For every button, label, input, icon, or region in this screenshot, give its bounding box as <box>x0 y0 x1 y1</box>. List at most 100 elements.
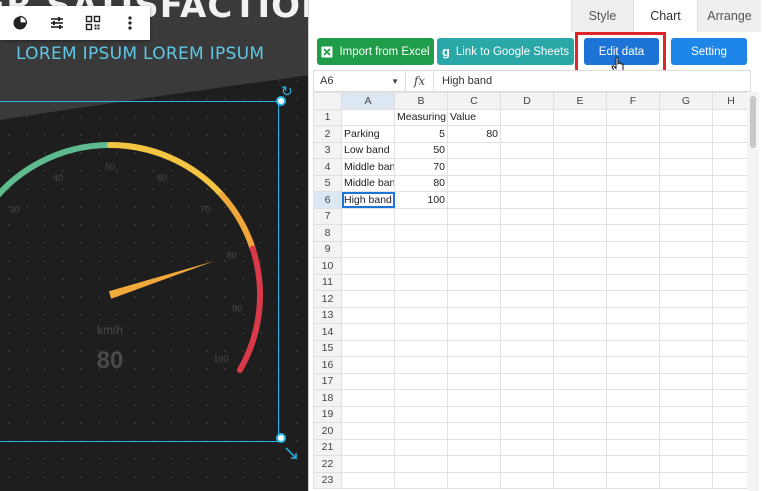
cell-a13[interactable] <box>341 306 395 324</box>
cell-f2[interactable] <box>606 125 660 143</box>
dropdown-arrow-icon[interactable]: ▼ <box>391 77 399 86</box>
cell-d12[interactable] <box>500 290 554 308</box>
selection-frame[interactable] <box>0 96 286 443</box>
cell-a8[interactable] <box>341 224 395 242</box>
cell-e15[interactable] <box>553 339 607 357</box>
cell-b13[interactable] <box>394 306 448 324</box>
row-header[interactable]: 9 <box>313 240 342 258</box>
cell-h13[interactable] <box>712 306 750 324</box>
cell-d18[interactable] <box>500 389 554 407</box>
cell-c10[interactable] <box>447 257 501 275</box>
cell-a22[interactable] <box>341 455 395 473</box>
cell-e22[interactable] <box>553 455 607 473</box>
cell-h1[interactable] <box>712 108 750 126</box>
qr-code-icon[interactable] <box>81 11 105 35</box>
cell-a6[interactable]: High band <box>341 191 395 209</box>
column-header-c[interactable]: C <box>447 92 501 110</box>
cell-e12[interactable] <box>553 290 607 308</box>
cell-h10[interactable] <box>712 257 750 275</box>
cell-b9[interactable] <box>394 240 448 258</box>
cell-b12[interactable] <box>394 290 448 308</box>
cell-c21[interactable] <box>447 438 501 456</box>
cell-d10[interactable] <box>500 257 554 275</box>
cell-e14[interactable] <box>553 323 607 341</box>
cell-b16[interactable] <box>394 356 448 374</box>
column-header-b[interactable]: B <box>394 92 448 110</box>
cell-c23[interactable] <box>447 471 501 489</box>
cell-h5[interactable] <box>712 174 750 192</box>
formula-input[interactable]: High band <box>434 75 492 87</box>
cell-g20[interactable] <box>659 422 713 440</box>
cell-d15[interactable] <box>500 339 554 357</box>
cell-h23[interactable] <box>712 471 750 489</box>
cell-c3[interactable] <box>447 141 501 159</box>
cell-f9[interactable] <box>606 240 660 258</box>
row-header[interactable]: 22 <box>313 455 342 473</box>
row-header[interactable]: 4 <box>313 158 342 176</box>
cell-a7[interactable] <box>341 207 395 225</box>
row-header[interactable]: 10 <box>313 257 342 275</box>
row-header[interactable]: 20 <box>313 422 342 440</box>
cell-a4[interactable]: Middle band <box>341 158 395 176</box>
cell-e17[interactable] <box>553 372 607 390</box>
cell-d6[interactable] <box>500 191 554 209</box>
row-header[interactable]: 14 <box>313 323 342 341</box>
cell-g21[interactable] <box>659 438 713 456</box>
cell-f19[interactable] <box>606 405 660 423</box>
cell-c7[interactable] <box>447 207 501 225</box>
cell-a11[interactable] <box>341 273 395 291</box>
cell-c18[interactable] <box>447 389 501 407</box>
row-header[interactable]: 6 <box>313 191 342 209</box>
cell-e19[interactable] <box>553 405 607 423</box>
row-header[interactable]: 3 <box>313 141 342 159</box>
cell-e2[interactable] <box>553 125 607 143</box>
cell-e7[interactable] <box>553 207 607 225</box>
cell-f3[interactable] <box>606 141 660 159</box>
cell-c13[interactable] <box>447 306 501 324</box>
row-header[interactable]: 2 <box>313 125 342 143</box>
cell-c20[interactable] <box>447 422 501 440</box>
row-header[interactable]: 13 <box>313 306 342 324</box>
row-header[interactable]: 11 <box>313 273 342 291</box>
row-header[interactable]: 18 <box>313 389 342 407</box>
cell-c9[interactable] <box>447 240 501 258</box>
cell-c1[interactable]: Value <box>447 108 501 126</box>
cell-b14[interactable] <box>394 323 448 341</box>
sliders-icon[interactable] <box>45 11 69 35</box>
cell-f14[interactable] <box>606 323 660 341</box>
cell-g4[interactable] <box>659 158 713 176</box>
cell-h15[interactable] <box>712 339 750 357</box>
cell-c12[interactable] <box>447 290 501 308</box>
cell-g22[interactable] <box>659 455 713 473</box>
cell-g11[interactable] <box>659 273 713 291</box>
cell-a16[interactable] <box>341 356 395 374</box>
cell-c16[interactable] <box>447 356 501 374</box>
cell-f18[interactable] <box>606 389 660 407</box>
cell-h22[interactable] <box>712 455 750 473</box>
cell-f20[interactable] <box>606 422 660 440</box>
cell-f10[interactable] <box>606 257 660 275</box>
cell-h18[interactable] <box>712 389 750 407</box>
cell-f8[interactable] <box>606 224 660 242</box>
cell-h3[interactable] <box>712 141 750 159</box>
cell-f23[interactable] <box>606 471 660 489</box>
cell-h9[interactable] <box>712 240 750 258</box>
row-header[interactable]: 23 <box>313 471 342 489</box>
cell-d9[interactable] <box>500 240 554 258</box>
cell-d7[interactable] <box>500 207 554 225</box>
cell-b7[interactable] <box>394 207 448 225</box>
cell-b20[interactable] <box>394 422 448 440</box>
cell-f16[interactable] <box>606 356 660 374</box>
cell-e20[interactable] <box>553 422 607 440</box>
column-header-f[interactable]: F <box>606 92 660 110</box>
cell-d2[interactable] <box>500 125 554 143</box>
tab-arrange[interactable]: Arrange <box>697 0 761 32</box>
cell-c22[interactable] <box>447 455 501 473</box>
cell-h19[interactable] <box>712 405 750 423</box>
row-header[interactable]: 21 <box>313 438 342 456</box>
cell-f21[interactable] <box>606 438 660 456</box>
cell-d19[interactable] <box>500 405 554 423</box>
cell-a2[interactable]: Parking <box>341 125 395 143</box>
cell-g17[interactable] <box>659 372 713 390</box>
cell-c5[interactable] <box>447 174 501 192</box>
